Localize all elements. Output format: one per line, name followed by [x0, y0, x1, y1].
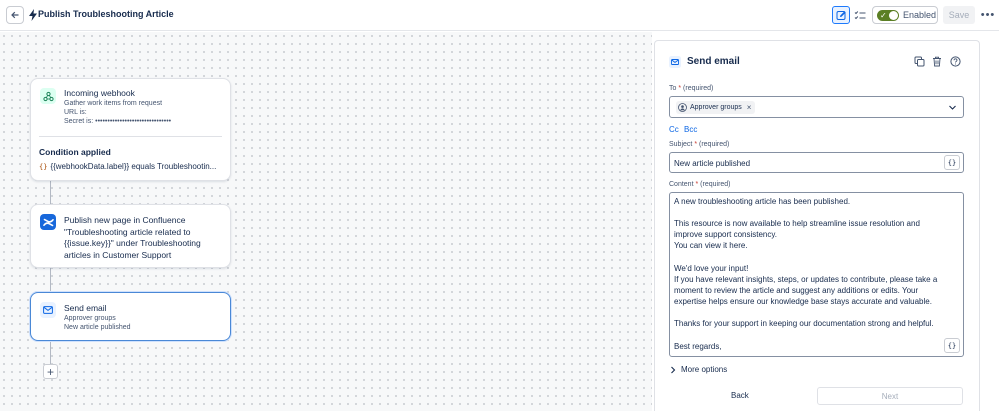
connector-line [50, 341, 51, 365]
insert-variable-button[interactable]: {} [944, 338, 960, 353]
trigger-detail: Secret is: •••••••••••••••••••••••••••••… [64, 118, 172, 125]
subject-label: Subject * (required) [669, 141, 729, 148]
content-line: You can view it here. [674, 241, 748, 250]
required-note: (required) [683, 85, 714, 92]
connector-line [50, 181, 51, 204]
required-star: * [695, 181, 699, 188]
content-label-text: Content [669, 181, 694, 188]
bcc-link[interactable]: Bcc [684, 125, 697, 134]
save-button[interactable]: Save [943, 6, 975, 24]
edit-icon [836, 10, 846, 20]
content-line: A new troubleshooting article has been p… [674, 197, 851, 206]
enabled-toggle[interactable]: ✓ Enabled [872, 6, 938, 24]
audit-log-button[interactable] [851, 6, 869, 24]
subject-value: New article published [674, 159, 751, 168]
more-actions-button[interactable]: ••• [980, 6, 996, 24]
email-action-card[interactable]: Send email Approver groups New article p… [30, 292, 231, 341]
trigger-detail: URL is: [64, 109, 87, 116]
condition-text: {{webhookData.label}} equals Troubleshoo… [50, 162, 217, 171]
subject-input[interactable]: New article published {} [669, 152, 964, 173]
top-bar: Publish Troubleshooting Article ✓ Enable… [0, 0, 999, 31]
to-field[interactable]: Approver groups × [669, 96, 964, 118]
checklist-icon [854, 10, 866, 19]
chevron-right-icon [671, 366, 676, 373]
back-button-panel[interactable]: Back [731, 391, 749, 400]
required-star: * [694, 141, 698, 148]
config-panel: Send email To * (required) Approver grou… [654, 40, 980, 411]
content-line: We'd love your input! [674, 264, 749, 273]
trigger-title: Incoming webhook [64, 88, 135, 98]
chip-label: Approver groups [690, 104, 742, 111]
condition-row: {} {{webhookData.label}} equals Troublesh… [39, 162, 216, 171]
confluence-action-text: Publish new page in Confluence "Troubles… [64, 215, 201, 260]
trigger-detail: Gather work items from request [64, 100, 163, 107]
required-note: (required) [699, 141, 730, 148]
duplicate-icon [914, 56, 924, 66]
required-star: * [678, 85, 682, 92]
back-button[interactable] [6, 6, 24, 24]
lightning-icon [29, 9, 37, 21]
edit-mode-button[interactable] [832, 6, 850, 24]
add-step-button[interactable]: + [43, 364, 58, 379]
content-line: This resource is now available to help s… [674, 219, 920, 228]
content-line: If you have relevant insights, steps, or… [674, 275, 938, 284]
content-line: Best regards, [674, 342, 722, 351]
more-options-toggle[interactable]: More options [669, 365, 727, 374]
condition-title: Condition applied [39, 147, 111, 157]
page-title: Publish Troubleshooting Article [38, 9, 174, 19]
trash-icon [933, 56, 941, 66]
next-button[interactable]: Next [817, 387, 963, 405]
help-button[interactable] [949, 55, 961, 67]
email-detail: New article published [64, 324, 131, 331]
connector-line [50, 268, 51, 292]
toggle-switch[interactable]: ✓ [877, 9, 899, 21]
content-line: Thanks for your support in keeping our d… [674, 319, 934, 328]
more-options-label: More options [681, 365, 728, 374]
to-label-text: To [669, 85, 677, 92]
back-arrow-icon [11, 11, 19, 19]
subject-label-text: Subject [669, 141, 693, 148]
chip-remove-button[interactable]: × [747, 103, 752, 112]
help-icon [949, 55, 961, 67]
panel-title: Send email [687, 56, 740, 67]
enabled-label: Enabled [903, 10, 937, 20]
content-line: expertise helps ensure our knowledge bas… [674, 297, 932, 306]
content-textarea[interactable]: A new troubleshooting article has been p… [669, 192, 964, 357]
trigger-card[interactable]: Incoming webhook Gather work items from … [30, 78, 231, 181]
cc-link[interactable]: Cc [669, 125, 679, 134]
workflow-canvas[interactable]: Incoming webhook Gather work items from … [0, 32, 652, 411]
content-line: moment to review the article and suggest… [674, 286, 919, 295]
content-label: Content * (required) [669, 181, 731, 188]
chevron-down-icon[interactable] [948, 103, 957, 112]
mail-icon [40, 302, 56, 318]
delete-button[interactable] [931, 55, 943, 67]
webhook-icon [40, 88, 56, 104]
content-line: improve support consistency. [674, 230, 778, 239]
required-note: (required) [700, 181, 731, 188]
confluence-icon [40, 214, 56, 230]
email-title: Send email [64, 303, 107, 313]
recipient-chip: Approver groups × [676, 101, 756, 114]
group-icon [678, 103, 687, 112]
email-detail: Approver groups [64, 315, 116, 322]
insert-variable-button[interactable]: {} [944, 155, 960, 170]
to-label: To * (required) [669, 85, 713, 92]
confluence-action-card[interactable]: Publish new page in Confluence "Troubles… [30, 204, 231, 268]
mail-icon [669, 56, 681, 68]
braces-icon: {} [39, 163, 48, 171]
divider [39, 136, 222, 137]
duplicate-button[interactable] [913, 55, 925, 67]
